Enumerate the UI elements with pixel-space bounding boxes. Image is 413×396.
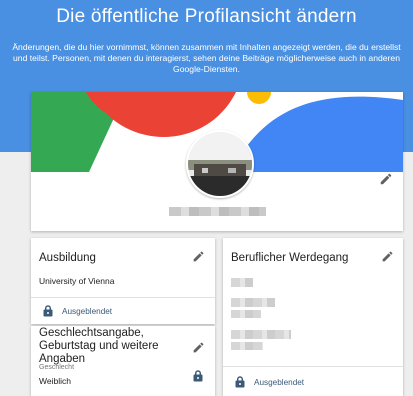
- profile-name-redacted: [169, 207, 266, 216]
- career-visibility[interactable]: Ausgeblendet: [235, 376, 304, 388]
- divider: [31, 297, 215, 298]
- career-title: Beruflicher Werdegang: [231, 252, 349, 264]
- gender-birthday-card: Geschlechtsangabe, Geburtstag und weiter…: [31, 326, 215, 396]
- education-title: Ausbildung: [39, 252, 96, 264]
- pencil-icon[interactable]: [381, 250, 394, 263]
- pencil-icon[interactable]: [192, 250, 205, 263]
- redacted-text: [231, 342, 263, 350]
- gender-field-value: Weiblich: [39, 376, 71, 386]
- redacted-text: [231, 278, 253, 287]
- page-title: Die öffentliche Profilansicht ändern: [56, 6, 357, 27]
- gender-field-label: Geschlecht: [39, 364, 75, 371]
- lock-icon: [235, 376, 245, 388]
- education-visibility[interactable]: Ausgeblendet: [43, 305, 112, 317]
- redacted-text: [231, 310, 261, 318]
- profile-card: [31, 92, 403, 231]
- redacted-text: [231, 330, 291, 339]
- career-card: Beruflicher Werdegang Ausgeblendet: [223, 238, 403, 396]
- avatar[interactable]: [186, 130, 254, 198]
- lock-icon[interactable]: [193, 370, 203, 382]
- page-description: Änderungen, die du hier vornimmst, könne…: [12, 42, 401, 74]
- pencil-icon[interactable]: [192, 341, 205, 354]
- education-value: University of Vienna: [39, 276, 115, 286]
- divider: [223, 366, 403, 367]
- pencil-icon[interactable]: [379, 172, 393, 186]
- visibility-label: Ausgeblendet: [254, 377, 305, 387]
- avatar-photo: [188, 132, 252, 196]
- redacted-text: [231, 298, 275, 307]
- gender-card-title: Geschlechtsangabe, Geburtstag und weiter…: [39, 327, 159, 365]
- visibility-label: Ausgeblendet: [62, 306, 113, 316]
- lock-icon: [43, 305, 53, 317]
- education-card: Ausbildung University of Vienna Ausgeble…: [31, 238, 215, 324]
